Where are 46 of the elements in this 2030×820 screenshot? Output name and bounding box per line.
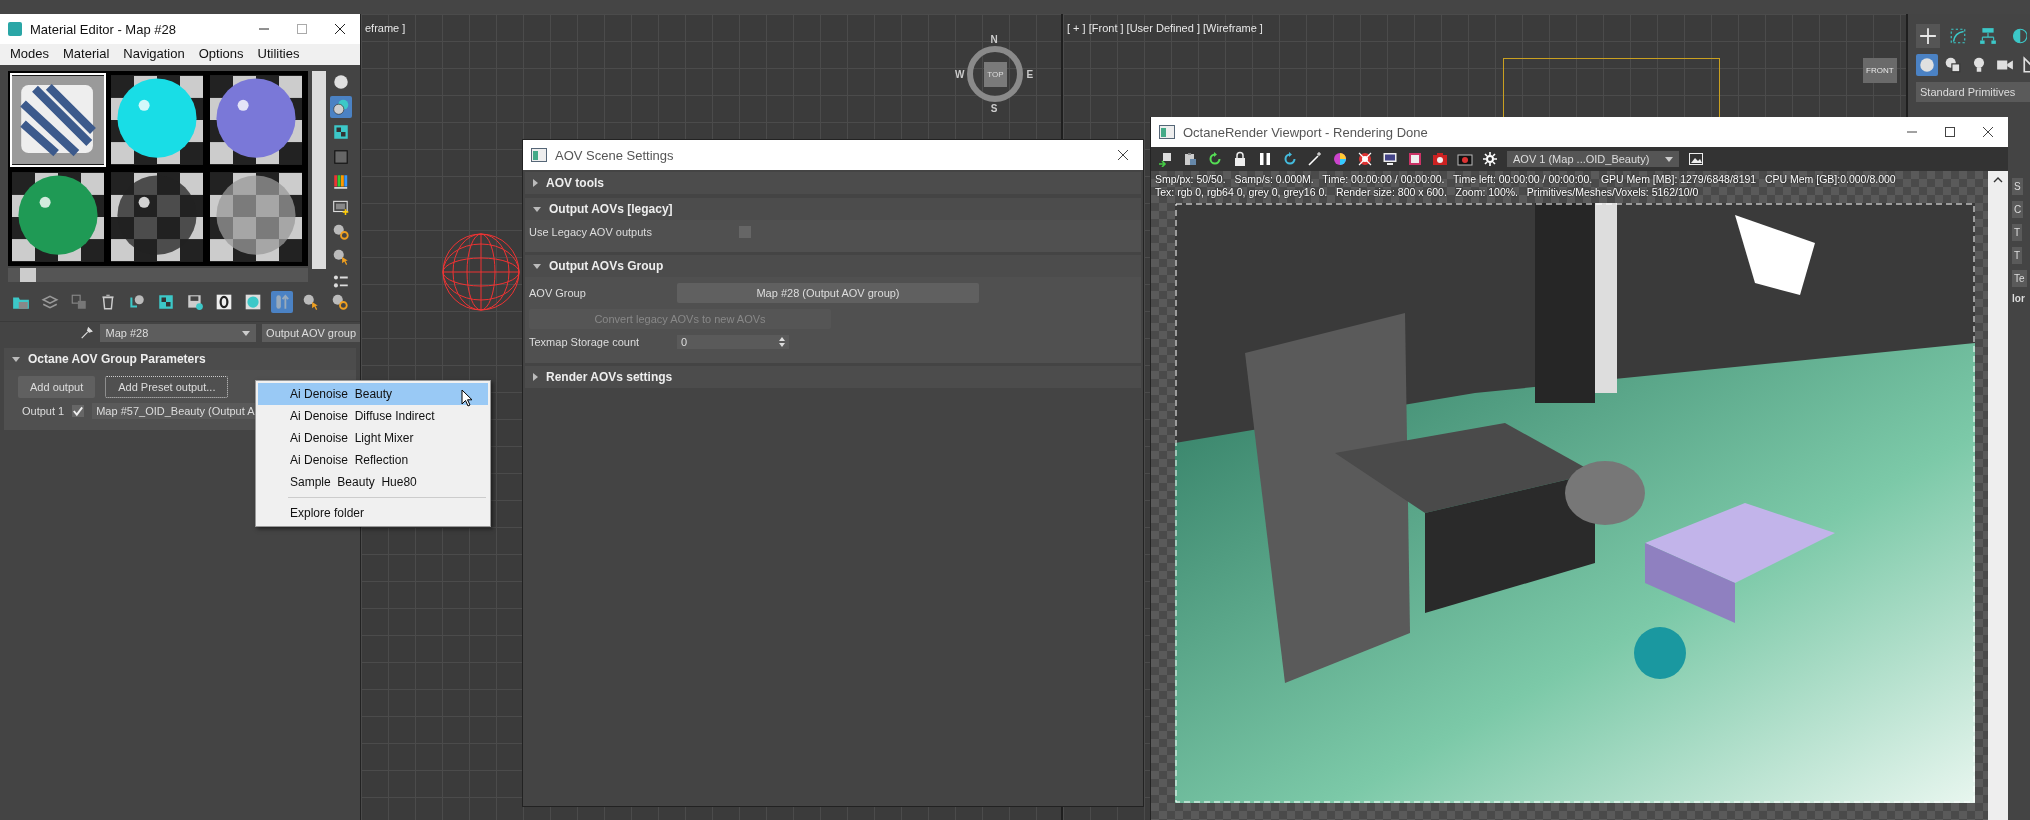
category-dropdown[interactable]: Standard Primitives	[1916, 82, 2030, 102]
render-status-text: Smp/px: 50/50. Samp/s: 0.000M. Time: 00:00:00 / 00:00:00. Time left: 00:00:00 / 00:00:00. GPU Mem [MB]: 1279/6848/8191 CPU Mem [GB]:0.000/8.000	[1155, 173, 1897, 186]
output-label: Output 1	[22, 405, 65, 417]
compass-letter: W	[955, 68, 965, 80]
storage-count-label: Texmap Storage count	[529, 336, 641, 348]
menu-item[interactable]: Ai Denoise Beauty	[258, 383, 488, 405]
map-type-button[interactable]: Output AOV group	[262, 324, 360, 342]
menu-item[interactable]: Material	[63, 46, 110, 61]
compass-letter: S	[990, 103, 998, 114]
aov-group-button[interactable]: Map #28 (Output AOV group)	[677, 283, 979, 303]
menu-item[interactable]: Ai Denoise Reflection	[258, 449, 488, 471]
menu-item[interactable]: Navigation	[123, 46, 185, 61]
render-status-text: Tex: rgb 0, rgb64 0, grey 0, grey16 0. Render size: 800 x 600. Zoom: 100%. Primitives/Meshes/Voxels: 5162/10/0	[1155, 186, 1700, 199]
panel-button[interactable]: C	[2012, 201, 2024, 218]
rollout-header[interactable]: Output AOVs [legacy]	[525, 198, 1141, 220]
menu-item[interactable]: Ai Denoise Diffuse Indirect	[258, 405, 488, 427]
viewport-label[interactable]: [ + ] [Front ] [User Defined ] [Wireframe ]	[1067, 22, 1263, 34]
menu-item[interactable]: Sample Beauty Hue80	[258, 471, 488, 493]
panel-button[interactable]: T	[2012, 247, 2023, 264]
menu-item[interactable]: Options	[198, 46, 244, 61]
rollout-header[interactable]: AOV tools	[525, 172, 1141, 194]
checkbox-label: Use Legacy AOV outputs	[529, 226, 653, 238]
aov-group-label: AOV Group	[529, 287, 587, 299]
viewport-label[interactable]: eframe ]	[365, 22, 406, 34]
menu-item[interactable]: Explore folder	[258, 502, 488, 524]
add-preset-output-button[interactable]: Add Preset output...	[105, 376, 229, 398]
aov-dropdown[interactable]: AOV 1 (Map ...OID_Beauty)	[1507, 151, 1679, 167]
storage-count-spinner[interactable]: 0	[677, 335, 789, 349]
panel-button[interactable]: Te	[2012, 270, 2027, 287]
window-title: OctaneRender Viewport - Rendering Done	[1183, 124, 1428, 140]
menu-item[interactable]: Ai Denoise Light Mixer	[258, 427, 488, 449]
rollout-header[interactable]: Output AOVs Group	[525, 255, 1141, 277]
window-title: AOV Scene Settings	[555, 147, 674, 163]
window-title: Material Editor - Map #28	[30, 21, 176, 37]
rollout-header[interactable]: Octane AOV Group Parameters	[4, 348, 356, 370]
menu-item[interactable]: Utilities	[257, 46, 300, 61]
map-name-dropdown[interactable]: Map #28	[99, 324, 257, 342]
compass-letter: E	[1026, 68, 1034, 80]
panel-label: lor	[2012, 293, 2025, 304]
menu-item[interactable]: Modes	[10, 46, 50, 61]
compass-letter: N	[990, 34, 998, 45]
viewcube-face[interactable]: FRONT	[1863, 58, 1897, 83]
rollout-header[interactable]: Render AOVs settings	[525, 366, 1141, 388]
add-output-button[interactable]: Add output	[18, 376, 96, 398]
panel-button[interactable]: S	[2012, 178, 2023, 195]
panel-button[interactable]: T	[2012, 224, 2023, 241]
